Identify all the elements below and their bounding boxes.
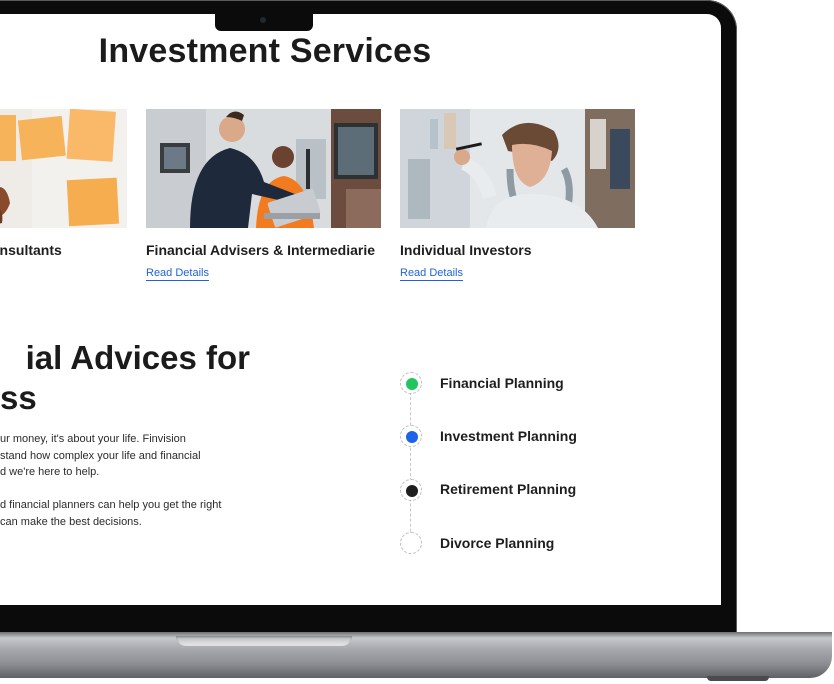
advice-heading-line-1: ial Advices for xyxy=(25,339,250,376)
advice-p2-line-2: can make the best decisions. xyxy=(0,516,142,528)
timeline-dot-retirement xyxy=(406,485,418,497)
camera-notch xyxy=(215,10,313,31)
card-image-consultants[interactable] xyxy=(0,109,127,228)
timeline-connector xyxy=(410,392,411,547)
read-details-link-investors[interactable]: Read Details xyxy=(400,267,463,281)
timeline-dot-investment xyxy=(406,431,418,443)
laptop-opening-notch xyxy=(176,636,352,646)
timeline-marker-investment xyxy=(400,425,422,447)
laptop-base-lip xyxy=(0,632,832,638)
timeline-item-divorce-planning[interactable]: Divorce Planning xyxy=(440,535,554,551)
laptop-base xyxy=(0,632,832,678)
advice-p1-line-3: d we're here to help. xyxy=(0,466,100,478)
advice-p2-line-1: d financial planners can help you get th… xyxy=(0,499,222,511)
timeline-item-financial-planning[interactable]: Financial Planning xyxy=(440,375,564,391)
advice-p1-line-1: ur money, it's about your life. Finvisio… xyxy=(0,433,186,445)
camera-icon xyxy=(260,17,266,23)
timeline-item-investment-planning[interactable]: Investment Planning xyxy=(440,428,577,444)
card-title-consultants: onsultants xyxy=(0,242,62,258)
read-details-link-advisers[interactable]: Read Details xyxy=(146,267,209,281)
timeline-marker-divorce xyxy=(400,532,422,554)
page-title: Investment Services xyxy=(98,32,432,70)
timeline-marker-retirement xyxy=(400,479,422,501)
advice-heading: ial Advices for ss xyxy=(0,338,250,418)
advice-p1-line-2: stand how complex your life and financia… xyxy=(0,450,201,462)
timeline-dot-financial xyxy=(406,378,418,390)
laptop-screen: Investment Services onsultants xyxy=(0,14,721,605)
laptop-foot xyxy=(707,676,769,681)
timeline-marker-financial xyxy=(400,372,422,394)
timeline-item-retirement-planning[interactable]: Retirement Planning xyxy=(440,481,576,497)
card-title-individual-investors: Individual Investors xyxy=(400,242,532,258)
card-title-financial-advisers: Financial Advisers & Intermediarie xyxy=(146,242,376,258)
advice-heading-line-2: ss xyxy=(0,379,37,416)
card-image-financial-advisers[interactable] xyxy=(146,109,381,228)
card-image-individual-investors[interactable] xyxy=(400,109,635,228)
